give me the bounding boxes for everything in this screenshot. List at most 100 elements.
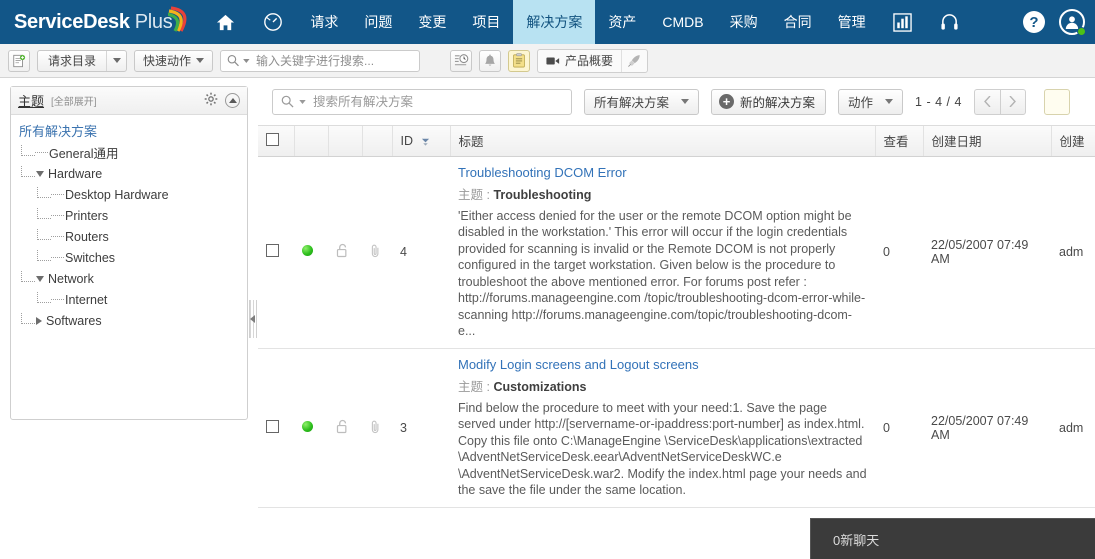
col-created-date[interactable]: 创建日期 [923, 126, 1052, 157]
chevron-right-icon[interactable] [36, 316, 42, 325]
dashboard-icon [264, 13, 283, 31]
solution-title-link[interactable]: Troubleshooting DCOM Error [458, 165, 867, 180]
new-solution-button[interactable]: + 新的解决方案 [711, 88, 827, 115]
table-row[interactable]: 4 Troubleshooting DCOM Error 主题 : Troubl… [258, 156, 1095, 349]
product-overview-group[interactable]: 产品概要 [537, 48, 649, 73]
expand-all-link[interactable]: [全部展开] [51, 93, 97, 108]
chevron-down-icon [106, 50, 126, 71]
tree-guide [21, 144, 35, 156]
tree-node-routers[interactable]: Routers [15, 226, 247, 247]
tree-dash [35, 152, 48, 153]
brand-name-light: Plus [134, 10, 173, 33]
new-request-button[interactable] [8, 49, 30, 72]
quick-action-dropdown[interactable]: 快速动作 [134, 49, 214, 72]
secondary-toolbar: 请求目录 快速动作 输入关键字进行搜索... 产品概要 [0, 44, 1095, 78]
solutions-filter-dropdown[interactable]: 所有解决方案 [584, 88, 700, 115]
tree-node-softwares[interactable]: Softwares [15, 310, 247, 331]
new-solution-label: 新的解决方案 [740, 96, 816, 110]
nav-item-projects[interactable]: 项目 [459, 0, 513, 44]
notifications-button[interactable] [479, 49, 502, 72]
actions-dropdown[interactable]: 动作 [838, 88, 904, 115]
nav-item-contracts[interactable]: 合同 [771, 0, 825, 44]
nav-item-home[interactable] [202, 0, 249, 44]
chat-bar[interactable]: 0新聊天 [810, 518, 1095, 559]
prev-page-button[interactable] [973, 88, 1000, 115]
nav-item-dashboard[interactable] [249, 0, 297, 44]
row-checkbox-cell[interactable] [258, 156, 294, 349]
nav-item-assets[interactable]: 资产 [595, 0, 649, 44]
tree-node-switches[interactable]: Switches [15, 247, 247, 268]
solutions-search-input[interactable] [311, 93, 563, 110]
nav-item-support[interactable] [926, 0, 973, 44]
col-select-all[interactable] [258, 126, 295, 157]
gear-icon[interactable] [204, 92, 218, 109]
notes-button[interactable] [508, 49, 531, 72]
quick-start-button[interactable] [621, 49, 647, 72]
solutions-search-box[interactable] [272, 88, 572, 115]
nav-item-solutions[interactable]: 解决方案 [513, 0, 596, 44]
col-status [294, 126, 329, 157]
panel-splitter[interactable] [248, 78, 258, 559]
history-button[interactable] [450, 49, 473, 72]
col-created-by[interactable]: 创建 [1051, 126, 1095, 157]
topic-tree-title[interactable]: 主题 [18, 91, 44, 110]
history-icon [454, 54, 468, 66]
nav-item-requests[interactable]: 请求 [297, 0, 351, 44]
global-search-input[interactable] [254, 52, 414, 69]
chevron-down-icon[interactable] [36, 275, 44, 282]
tree-node-network[interactable]: Network [15, 268, 247, 289]
tree-node-hardware[interactable]: Hardware [15, 163, 247, 184]
row-checkbox[interactable] [266, 244, 279, 257]
col-title[interactable]: 标题 [450, 126, 876, 157]
nav-item-purchase[interactable]: 采购 [717, 0, 771, 44]
home-icon [217, 14, 235, 30]
help-button[interactable]: ? [1023, 11, 1045, 33]
select-all-checkbox[interactable] [266, 132, 279, 146]
tree-node-printers[interactable]: Printers [15, 205, 247, 226]
tree-node-internet[interactable]: Internet [15, 289, 247, 310]
actions-label: 动作 [848, 96, 874, 110]
app-logo[interactable]: ServiceDesk Plus [0, 0, 196, 44]
nav-item-admin[interactable]: 管理 [825, 0, 879, 44]
chevron-down-icon[interactable] [36, 170, 44, 177]
solutions-toolbar: 所有解决方案 + 新的解决方案 动作 1 - 4 / 4 [258, 78, 1095, 126]
pagination-count: 1 - 4 / 4 [915, 94, 962, 109]
tree-node-desktop-hardware[interactable]: Desktop Hardware [15, 184, 247, 205]
row-views: 0 [875, 156, 923, 349]
tree-guide [37, 228, 51, 240]
splitter-handle[interactable] [249, 299, 257, 338]
table-row[interactable]: 3 Modify Login screens and Logout screen… [258, 348, 1095, 508]
global-search-box[interactable] [220, 49, 421, 72]
row-checkbox[interactable] [266, 419, 279, 433]
avatar[interactable] [1059, 9, 1086, 36]
sort-desc-icon[interactable] [421, 137, 430, 146]
main-content: 所有解决方案 + 新的解决方案 动作 1 - 4 / 4 [258, 78, 1095, 559]
chevron-down-icon [243, 58, 250, 63]
tree-guide [21, 312, 35, 324]
tree-node-label: Internet [65, 292, 108, 307]
col-views[interactable]: 查看 [875, 126, 924, 157]
collapse-panel-button[interactable] [225, 93, 240, 108]
row-created-date: 22/05/2007 07:49 AM [923, 348, 1051, 508]
column-settings-button[interactable] [1043, 88, 1070, 115]
nav-item-cmdb[interactable]: CMDB [649, 0, 716, 44]
row-checkbox-cell[interactable] [258, 348, 294, 508]
solution-title-link[interactable]: Modify Login screens and Logout screens [458, 357, 867, 372]
quick-action-label: 快速动作 [143, 54, 192, 68]
nav-item-problems[interactable]: 问题 [351, 0, 405, 44]
row-title-cell: Modify Login screens and Logout screens … [450, 348, 875, 508]
tree-guide [21, 165, 35, 177]
tree-node-general[interactable]: General通用 [15, 142, 247, 163]
request-catalog-dropdown[interactable]: 请求目录 [37, 49, 128, 72]
nav-item-reports[interactable] [879, 0, 926, 44]
col-id[interactable]: ID [392, 126, 451, 157]
row-id[interactable]: 4 [392, 156, 450, 349]
rocket-icon [628, 55, 640, 67]
product-overview-button[interactable]: 产品概要 [538, 50, 621, 72]
row-id[interactable]: 3 [392, 348, 450, 508]
nav-item-changes[interactable]: 变更 [405, 0, 459, 44]
solution-topic-label: 主题 [458, 379, 484, 394]
chevron-left-icon [983, 96, 991, 107]
next-page-button[interactable] [999, 88, 1026, 115]
tree-node-all-solutions[interactable]: 所有解决方案 [15, 120, 247, 142]
